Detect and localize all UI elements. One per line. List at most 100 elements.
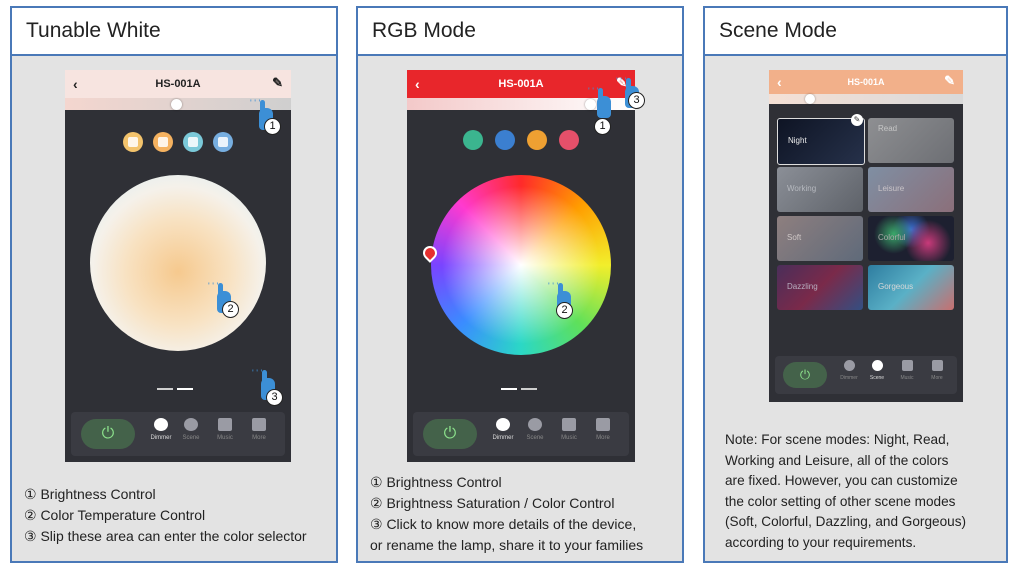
- panel-body: ‹ HS-001A ✎ ⏻ Dimmer Scene Music More ' …: [12, 56, 336, 561]
- nav-label: More: [931, 375, 943, 381]
- nav-dimmer[interactable]: Dimmer: [489, 418, 517, 441]
- grid-icon: [931, 360, 943, 371]
- scene-label: Leisure: [878, 184, 905, 193]
- nav-label: Music: [217, 435, 233, 441]
- panel-body: ‹ HS-001A ✎ Night ✎ Read Working Leisure…: [705, 56, 1006, 561]
- nav-label: Dimmer: [150, 435, 172, 441]
- step-badge: 2: [556, 302, 573, 319]
- device-name: HS-001A: [155, 78, 201, 90]
- panel-body: ‹ HS-001A ✎ ⏻ Dimmer Scene Music More ' …: [358, 56, 682, 561]
- scene-label: Working: [787, 184, 817, 193]
- scene-note: Note: For scene modes: Night, Read, Work…: [725, 430, 966, 553]
- scene-label: Colorful: [878, 233, 906, 242]
- color-temperature-wheel[interactable]: [90, 175, 266, 351]
- step-badge: 1: [594, 118, 611, 135]
- nav-label: More: [252, 435, 266, 441]
- nav-music[interactable]: Music: [211, 418, 239, 441]
- panel-title: RGB Mode: [358, 8, 682, 56]
- panel-tunable-white: Tunable White ‹ HS-001A ✎ ⏻ Dimmer Scene…: [10, 6, 338, 563]
- scene-label: Read: [878, 124, 898, 133]
- pencil-icon[interactable]: ✎: [272, 75, 283, 91]
- chevron-left-icon[interactable]: ‹: [415, 76, 420, 92]
- color-swatch[interactable]: [463, 130, 483, 150]
- app-header: ‹ HS-001A ✎: [65, 70, 291, 98]
- scene-tile-colorful[interactable]: Colorful: [868, 216, 954, 261]
- scene-tile-night[interactable]: Night: [777, 118, 865, 165]
- scene-label: Night: [788, 136, 807, 145]
- nav-more[interactable]: More: [589, 418, 617, 441]
- nav-dimmer[interactable]: Dimmer: [147, 418, 175, 441]
- caption-line: ② Color Temperature Control: [24, 507, 206, 523]
- brightness-slider-knob[interactable]: [805, 94, 815, 104]
- bottom-nav: ⏻ Dimmer Scene Music More: [413, 412, 629, 456]
- panel-scene-mode: Scene Mode ‹ HS-001A ✎ Night ✎ Read Work…: [703, 6, 1008, 563]
- caption-line: or rename the lamp, share it to your fam…: [370, 537, 644, 553]
- page-indicator: [521, 388, 537, 390]
- panel-rgb-mode: RGB Mode ‹ HS-001A ✎ ⏻ Dimmer Scene Musi…: [356, 6, 684, 563]
- preset-dot[interactable]: [153, 132, 173, 152]
- nav-more[interactable]: More: [245, 418, 273, 441]
- grid-icon: [252, 418, 266, 431]
- scene-tile-working[interactable]: Working: [777, 167, 863, 212]
- nav-label: Scene: [182, 435, 200, 441]
- nav-scene[interactable]: Scene: [177, 418, 205, 441]
- bottom-nav: ⏻ Dimmer Scene Music More: [71, 412, 285, 456]
- scene-icon: [871, 360, 883, 371]
- scene-tile-read[interactable]: Read: [868, 118, 954, 163]
- nav-label: Music: [561, 435, 577, 441]
- nav-scene[interactable]: Scene: [521, 418, 549, 441]
- step-badge: 1: [264, 118, 281, 135]
- nav-label: Music: [900, 375, 914, 381]
- scene-tile-soft[interactable]: Soft: [777, 216, 863, 261]
- scene-icon: [528, 418, 542, 431]
- brightness-slider-knob[interactable]: [171, 99, 182, 110]
- step-badge: 3: [628, 92, 645, 109]
- nav-dimmer[interactable]: Dimmer: [835, 360, 863, 381]
- caption-list: ① Brightness Control ② Color Temperature…: [24, 484, 307, 547]
- nav-label: More: [596, 435, 610, 441]
- color-swatch[interactable]: [527, 130, 547, 150]
- chevron-left-icon[interactable]: ‹: [73, 76, 78, 92]
- nav-music[interactable]: Music: [555, 418, 583, 441]
- scene-tile-leisure[interactable]: Leisure: [868, 167, 954, 212]
- color-swatch[interactable]: [495, 130, 515, 150]
- device-name: HS-001A: [498, 78, 544, 90]
- color-wheel[interactable]: [431, 175, 611, 355]
- pencil-icon[interactable]: ✎: [944, 73, 955, 89]
- note-line: the color setting of other scene modes: [725, 493, 956, 509]
- music-icon: [901, 360, 913, 371]
- music-icon: [218, 418, 232, 431]
- scene-tile-dazzling[interactable]: Dazzling: [777, 265, 863, 310]
- scene-label: Dazzling: [787, 282, 818, 291]
- panel-title: Scene Mode: [705, 8, 1006, 56]
- power-button[interactable]: ⏻: [81, 419, 135, 449]
- nav-label: Scene: [526, 435, 544, 441]
- nav-scene[interactable]: Scene: [863, 360, 891, 381]
- bulb-icon: [154, 418, 168, 431]
- power-button[interactable]: ⏻: [423, 419, 477, 449]
- step-badge: 2: [222, 301, 239, 318]
- brightness-slider[interactable]: [769, 94, 963, 104]
- phone-screen: ‹ HS-001A ✎ Night ✎ Read Working Leisure…: [769, 70, 963, 402]
- color-swatch[interactable]: [559, 130, 579, 150]
- note-line: are fixed. However, you can customize: [725, 473, 958, 488]
- nav-label: Dimmer: [840, 375, 858, 381]
- preset-dot[interactable]: [123, 132, 143, 152]
- scene-tile-gorgeous[interactable]: Gorgeous: [868, 265, 954, 310]
- scene-label: Soft: [787, 233, 802, 242]
- note-line: Working and Leisure, all of the colors: [725, 452, 949, 468]
- caption-line: ③ Click to know more details of the devi…: [370, 516, 637, 532]
- app-header: ‹ HS-001A ✎: [769, 70, 963, 94]
- chevron-left-icon[interactable]: ‹: [777, 74, 782, 90]
- panel-title: Tunable White: [12, 8, 336, 56]
- nav-more[interactable]: More: [923, 360, 951, 381]
- grid-icon: [596, 418, 610, 431]
- bottom-nav: ⏻ Dimmer Scene Music More: [775, 356, 957, 394]
- scene-icon: [184, 418, 198, 431]
- nav-music[interactable]: Music: [893, 360, 921, 381]
- preset-dot[interactable]: [183, 132, 203, 152]
- preset-dot[interactable]: [213, 132, 233, 152]
- power-button[interactable]: ⏻: [783, 362, 827, 388]
- nav-label: Scene: [869, 375, 885, 381]
- pencil-icon[interactable]: ✎: [851, 114, 863, 126]
